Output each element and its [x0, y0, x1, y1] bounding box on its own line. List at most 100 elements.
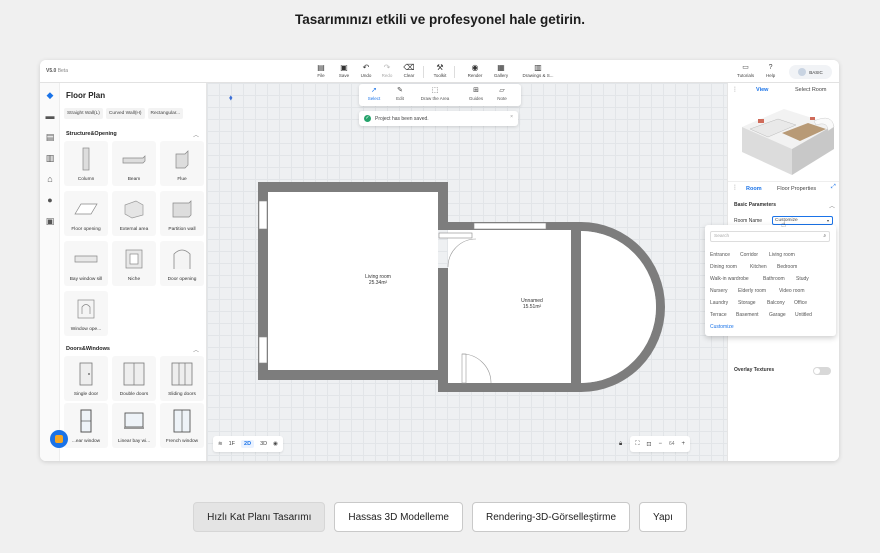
fit-view-icon[interactable]: ⛶ — [635, 441, 639, 448]
room-option[interactable]: Corridor — [740, 252, 758, 258]
room-option[interactable]: Video room — [779, 288, 804, 294]
close-icon[interactable]: × — [510, 114, 513, 120]
room-option[interactable]: Nursery — [710, 288, 728, 294]
column-item[interactable]: Column — [64, 141, 108, 186]
floor-plan-icon[interactable]: ◆ — [45, 90, 55, 100]
room-option[interactable]: Walk-in wardrobe — [710, 276, 749, 282]
feature-button-quick-plan[interactable]: Hızlı Kat Planı Tasarımı — [193, 502, 326, 532]
view-3d-toggle[interactable]: 3D — [260, 441, 267, 447]
building-icon[interactable]: ⌂ — [45, 174, 55, 184]
note-tool[interactable]: ▱ Note — [489, 86, 515, 101]
tab-select-room[interactable]: Select Room — [795, 87, 827, 93]
feature-button-structure[interactable]: Yapı — [639, 502, 687, 532]
room-option[interactable]: Kitchen — [750, 264, 767, 270]
lock-icon[interactable]: 🔒︎ — [619, 441, 622, 448]
room-option[interactable]: Study — [796, 276, 809, 282]
redo-button[interactable]: ↷ Redo — [376, 62, 398, 78]
bay-window-sill-item[interactable]: Bay window sill — [64, 241, 108, 286]
help-button[interactable]: ? Help — [766, 62, 775, 78]
drag-handle-icon[interactable]: ⋮ — [732, 86, 738, 93]
sliding-doors-item[interactable]: Sliding doors — [160, 356, 204, 401]
user-menu[interactable]: BASIC — [789, 65, 832, 79]
tab-view[interactable]: View — [756, 87, 768, 93]
structure-icon[interactable]: ▥ — [45, 153, 55, 163]
room-option[interactable]: Laundry — [710, 300, 728, 306]
gallery-button[interactable]: ▦ Gallery — [490, 62, 512, 78]
tab-floor-properties[interactable]: Floor Properties — [777, 186, 816, 192]
room-search-input[interactable]: Search ⌕ — [710, 231, 830, 242]
room-option[interactable]: Entrance — [710, 252, 730, 258]
single-door-item[interactable]: Single door — [64, 356, 108, 401]
double-doors-item[interactable]: Double doors — [112, 356, 156, 401]
decor-icon[interactable]: ▣ — [45, 216, 55, 226]
chevron-up-icon[interactable]: ︿ — [829, 201, 835, 210]
guides-tool[interactable]: ⊞ Guides — [463, 86, 489, 101]
view-2d-toggle[interactable]: 2D — [241, 440, 255, 448]
feature-button-3d-modeling[interactable]: Hassas 3D Modelleme — [334, 502, 463, 532]
cabinet-icon[interactable]: ▤ — [45, 132, 55, 142]
room-option[interactable]: Dining room — [710, 264, 737, 270]
floor-plan-canvas[interactable]: ⬧ Living room 25.34m² Unnamed 15.51m² ➚ … — [207, 83, 727, 461]
3d-preview[interactable] — [730, 97, 838, 178]
room-label-unnamed[interactable]: Unnamed 15.51m² — [507, 298, 557, 310]
external-area-item[interactable]: External area — [112, 191, 156, 236]
room-option[interactable]: Office — [794, 300, 807, 306]
beam-item[interactable]: Beam — [112, 141, 156, 186]
drawings-button[interactable]: ▥ Drawings & S... — [516, 62, 560, 78]
save-button[interactable]: ▣ Save — [333, 62, 355, 78]
curved-wall-tab[interactable]: Curved Wall(H) — [105, 108, 145, 119]
file-button[interactable]: ▤ File — [310, 62, 332, 78]
window-opening-item[interactable]: Window ope... — [64, 291, 108, 336]
edit-tool[interactable]: ✎ Edit — [387, 86, 413, 101]
room-option[interactable]: Untitled — [795, 312, 812, 318]
floor-opening-item[interactable]: Floor opening — [64, 191, 108, 236]
room-option[interactable]: Elderly room — [738, 288, 766, 294]
door-opening-item[interactable]: Door opening — [160, 241, 204, 286]
draw-area-tool[interactable]: ⬚ Draw the Area — [417, 86, 453, 101]
room-option[interactable]: Living room — [769, 252, 795, 258]
feature-button-rendering[interactable]: Rendering-3D-Görselleştirme — [472, 502, 631, 532]
room-option[interactable]: Storage — [738, 300, 756, 306]
furniture-icon[interactable]: ▬ — [45, 111, 55, 121]
room-option-selected[interactable]: Customize — [710, 324, 734, 330]
tutorials-button[interactable]: ▭ Tutorials — [737, 62, 754, 78]
toolkit-button[interactable]: ⚒ Toolkit — [429, 62, 451, 78]
clear-button[interactable]: ⌫ Clear — [398, 62, 420, 78]
room-option[interactable]: Balcony — [767, 300, 785, 306]
room-option[interactable]: Garage — [769, 312, 786, 318]
window-opening-thumb-icon — [73, 296, 99, 322]
zoom-area-icon[interactable]: ⊡ — [646, 441, 651, 448]
eye-icon[interactable]: ◉ — [273, 441, 278, 447]
straight-wall-tab[interactable]: Straight Wall(L) — [64, 108, 103, 119]
beam-thumb-icon — [121, 146, 147, 172]
chevron-up-icon[interactable]: ︿ — [193, 130, 199, 139]
french-window-item[interactable]: French window — [160, 403, 204, 448]
chevron-up-icon[interactable]: ︿ — [193, 345, 199, 354]
expand-icon[interactable]: ⤢ — [831, 184, 836, 191]
drag-handle-icon[interactable]: ⋮ — [732, 184, 738, 191]
tab-room[interactable]: Room — [746, 186, 762, 192]
feedback-button[interactable] — [50, 430, 68, 448]
partition-wall-item[interactable]: Partition wall — [160, 191, 204, 236]
rectangular-wall-tab[interactable]: Rectangular... — [147, 108, 184, 119]
room-name-label: Room Name — [734, 218, 763, 224]
room-option[interactable]: Bedroom — [777, 264, 797, 270]
zoom-out-button[interactable]: − — [658, 441, 662, 447]
overlay-textures-toggle[interactable] — [813, 367, 831, 375]
flue-item[interactable]: Flue — [160, 141, 204, 186]
save-icon: ▣ — [340, 63, 348, 72]
linear-window-item[interactable]: ...ear window — [64, 403, 108, 448]
model-icon[interactable]: ● — [45, 195, 55, 205]
room-option[interactable]: Bathroom — [763, 276, 785, 282]
undo-button[interactable]: ↶ Undo — [355, 62, 377, 78]
linear-bay-window-item[interactable]: Linear bay wi... — [112, 403, 156, 448]
layers-icon[interactable]: ≋ — [218, 441, 223, 447]
niche-item[interactable]: Niche — [112, 241, 156, 286]
zoom-in-button[interactable]: + — [682, 441, 686, 447]
room-label-living[interactable]: Living room 25.34m² — [348, 274, 408, 286]
render-button[interactable]: ◉ Render — [464, 62, 486, 78]
room-option[interactable]: Terrace — [710, 312, 727, 318]
room-option[interactable]: Basement — [736, 312, 759, 318]
floor-selector[interactable]: 1F — [229, 441, 235, 447]
select-tool[interactable]: ➚ Select — [361, 86, 387, 101]
